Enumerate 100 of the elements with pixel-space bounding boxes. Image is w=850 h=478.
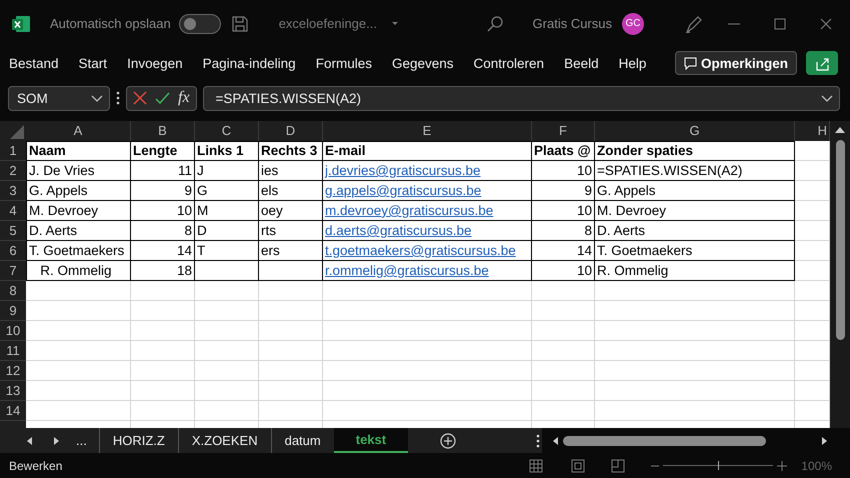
empty-cell (195, 360, 259, 381)
excel-icon (12, 14, 30, 33)
row-header[interactable]: 4 (0, 200, 26, 221)
row-header[interactable]: 1 (0, 140, 26, 161)
table-cell: M. Devroey (26, 200, 131, 221)
email-link[interactable]: t.goetmaekers@gratiscursus.be (323, 240, 532, 261)
ribbon-tab[interactable]: Pagina-indeling (202, 56, 296, 71)
row-header[interactable]: 13 (0, 380, 26, 401)
ribbon-tab[interactable]: Controleren (474, 56, 544, 71)
formula-field[interactable]: =SPATIES.WISSEN(A2) (202, 86, 840, 111)
empty-cell (131, 380, 195, 401)
row-header[interactable]: 8 (0, 280, 26, 301)
autosave-label: Automatisch opslaan (50, 16, 171, 32)
ribbon-tab[interactable]: Bestand (9, 56, 59, 71)
comment-icon (684, 56, 697, 70)
more-icon[interactable] (536, 434, 540, 448)
row-header[interactable]: 11 (0, 340, 26, 361)
email-link[interactable]: d.aerts@gratiscursus.be (323, 220, 532, 241)
save-icon[interactable] (230, 14, 249, 33)
email-link[interactable]: j.devries@gratiscursus.be (323, 160, 532, 181)
ribbon-tab[interactable]: Beeld (564, 56, 599, 71)
normal-view-icon[interactable] (529, 458, 544, 473)
column-header[interactable]: H (795, 120, 830, 141)
column-header[interactable]: E (323, 120, 532, 141)
scrollbar-thumb[interactable] (836, 140, 844, 340)
table-cell: T. Goetmaekers (26, 240, 131, 261)
ribbon-tab[interactable]: Help (618, 56, 646, 71)
search-icon[interactable] (486, 16, 503, 32)
table-cell: 14 (532, 240, 595, 261)
empty-cell (532, 320, 595, 341)
empty-cell (131, 280, 195, 301)
empty-cell (259, 300, 323, 321)
row-header[interactable]: 14 (0, 400, 26, 421)
table-cell: T. Goetmaekers (595, 240, 795, 261)
comments-button[interactable]: Opmerkingen (674, 51, 797, 76)
column-header[interactable]: B (131, 120, 195, 141)
empty-cell (259, 380, 323, 401)
row-header[interactable]: 6 (0, 240, 26, 261)
user-avatar[interactable]: GC (622, 12, 644, 35)
select-all-icon[interactable] (0, 120, 26, 141)
autosave-toggle[interactable] (178, 14, 221, 34)
table-cell: 8 (532, 220, 595, 241)
table-cell: Links 1 (195, 140, 259, 161)
column-header[interactable]: D (259, 120, 323, 141)
empty-cell (195, 300, 259, 321)
email-link[interactable]: g.appels@gratiscursus.be (323, 180, 532, 201)
sheet-tab[interactable]: tekst (334, 428, 408, 454)
insert-function-button[interactable]: fx (178, 89, 190, 108)
add-sheet-icon[interactable] (440, 432, 456, 449)
ribbon-tab[interactable]: Gegevens (392, 56, 454, 71)
table-cell: ers (259, 240, 323, 261)
ribbon-tab[interactable]: Invoegen (127, 56, 183, 71)
pen-icon[interactable] (684, 14, 702, 33)
row-header[interactable]: 2 (0, 160, 26, 181)
close-icon[interactable] (820, 18, 832, 30)
table-cell: R. Ommelig (595, 260, 795, 281)
scroll-left-icon[interactable] (26, 436, 33, 446)
ribbon-tab[interactable]: Formules (316, 56, 372, 71)
ribbon-tab[interactable]: Start (78, 56, 108, 71)
row-header[interactable]: 10 (0, 320, 26, 341)
check-icon[interactable] (155, 91, 170, 106)
empty-cell (131, 360, 195, 381)
row-header[interactable]: 5 (0, 220, 26, 241)
caret-icon[interactable] (390, 21, 399, 26)
share-button[interactable] (806, 51, 838, 76)
page-break-icon[interactable] (611, 458, 626, 473)
scrollbar-thumb[interactable] (563, 436, 766, 446)
name-box[interactable]: SOM (8, 86, 110, 111)
table-cell: G (195, 180, 259, 201)
chevron-down-icon[interactable] (91, 94, 103, 102)
scroll-right-icon[interactable] (821, 436, 828, 446)
column-header[interactable]: C (195, 120, 259, 141)
table-cell: E-mail (323, 140, 532, 161)
empty-cell (195, 320, 259, 341)
zoom-in-icon[interactable] (777, 460, 788, 471)
row-header[interactable]: 12 (0, 360, 26, 381)
scroll-left-icon[interactable] (552, 436, 560, 446)
more-sheets-button[interactable]: ... (76, 433, 87, 448)
email-link[interactable]: r.ommelig@gratiscursus.be (323, 260, 532, 281)
cancel-icon[interactable] (133, 91, 147, 106)
row-header[interactable]: 9 (0, 300, 26, 321)
table-cell: 10 (532, 200, 595, 221)
table-cell: els (259, 180, 323, 201)
empty-cell (259, 280, 323, 301)
column-header[interactable]: A (26, 120, 131, 141)
email-link[interactable]: m.devroey@gratiscursus.be (323, 200, 532, 221)
chevron-down-icon[interactable] (821, 94, 833, 102)
more-icon[interactable] (116, 91, 120, 106)
row-header[interactable]: 7 (0, 260, 26, 281)
table-cell: 14 (131, 240, 195, 261)
scroll-up-icon[interactable] (834, 124, 846, 134)
maximize-icon[interactable] (774, 18, 786, 30)
column-header[interactable]: F (532, 120, 595, 141)
row-header[interactable]: 3 (0, 180, 26, 201)
table-cell: 11 (131, 160, 195, 181)
table-cell: J. De Vries (26, 160, 131, 181)
scroll-right-icon[interactable] (53, 436, 60, 446)
column-header[interactable]: G (595, 120, 795, 141)
page-layout-icon[interactable] (571, 458, 586, 473)
file-name[interactable]: exceloefeninge... (278, 16, 377, 32)
